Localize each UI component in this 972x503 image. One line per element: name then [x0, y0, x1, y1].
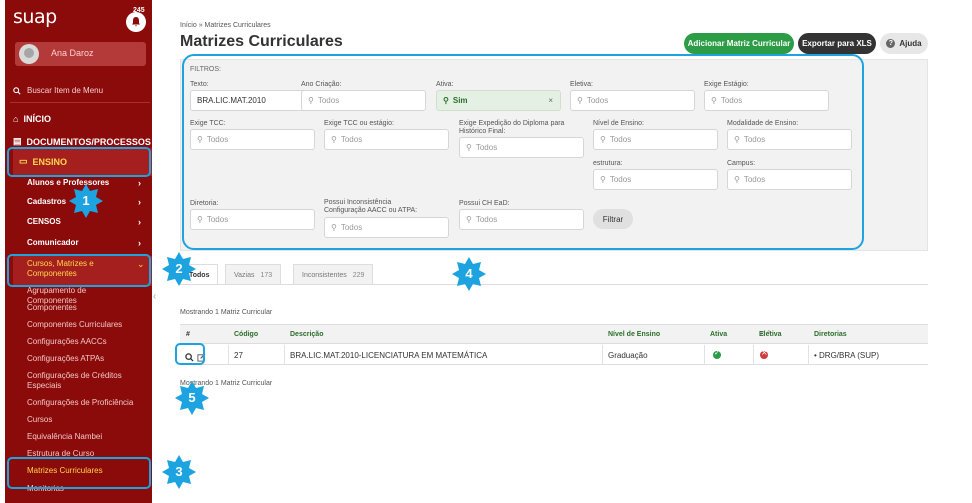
callout-badge: 4	[452, 257, 486, 291]
callout-label: 4	[465, 266, 473, 281]
tab-vazias-label: Vazias	[234, 271, 255, 279]
table-row: 27 BRA.LIC.MAT.2010-LICENCIATURA EM MATE…	[180, 345, 928, 365]
col-separator	[602, 345, 603, 365]
col-separator	[808, 345, 809, 365]
nav-censos[interactable]: CENSOS	[27, 217, 61, 226]
th-descricao[interactable]: Descrição	[290, 331, 323, 338]
nav-config-aacc[interactable]: Configurações AACCs	[27, 337, 137, 347]
col-separator	[704, 345, 705, 365]
nav-cursos-leaf[interactable]: Cursos	[27, 415, 137, 425]
user-profile[interactable]: Ana Daroz	[15, 42, 146, 66]
breadcrumb-home[interactable]: Início	[180, 22, 197, 29]
menu-search[interactable]: Buscar Item de Menu	[13, 86, 103, 95]
tab-inconsistentes-count: 229	[352, 271, 365, 279]
callout-badge: 1	[69, 184, 103, 218]
highlight-filters	[182, 54, 864, 250]
tab-vazias[interactable]: Vazias 173	[225, 264, 282, 285]
cell-nivel: Graduação	[608, 351, 648, 360]
callout-label: 3	[175, 464, 183, 479]
nav-inicio-label: INÍCIO	[23, 114, 51, 124]
divider	[10, 102, 150, 103]
avatar	[19, 44, 39, 64]
th-index: #	[186, 331, 190, 338]
help-button[interactable]: ? Ajuda	[880, 33, 928, 54]
nav-config-atpa[interactable]: Configurações ATPAs	[27, 354, 137, 364]
th-codigo[interactable]: Código	[234, 331, 258, 338]
chevron-right-icon: ›	[138, 238, 141, 248]
callout-badge: 3	[162, 455, 196, 489]
th-ativa[interactable]: Ativa	[710, 331, 727, 338]
chevron-right-icon: ›	[138, 217, 141, 227]
th-diretorias[interactable]: Diretorias	[814, 331, 847, 338]
check-icon	[713, 349, 721, 359]
nav-config-creditos[interactable]: Configurações de Créditos Especiais	[27, 371, 137, 391]
col-separator	[228, 345, 229, 365]
document-icon: ▤	[13, 136, 22, 146]
nav-cadastros[interactable]: Cadastros	[27, 197, 66, 206]
highlight-cursos	[7, 254, 151, 287]
callout-label: 2	[175, 261, 183, 276]
breadcrumb: Início » Matrizes Curriculares	[180, 22, 271, 29]
bell-icon[interactable]	[126, 12, 146, 32]
nav-comunicador[interactable]: Comunicador	[27, 238, 79, 247]
tab-inconsistentes[interactable]: Inconsistentes 229	[293, 264, 374, 285]
breadcrumb-separator: »	[198, 22, 203, 29]
collapse-sidebar-icon[interactable]: ‹	[153, 291, 156, 302]
question-icon: ?	[886, 39, 896, 48]
th-nivel[interactable]: Nível de Ensino	[608, 331, 660, 338]
nav-equivalencia[interactable]: Equivalência Nambei	[27, 432, 137, 442]
callout-label: 5	[188, 390, 196, 405]
cell-diretoria: • DRG/BRA (SUP)	[814, 351, 880, 360]
callout-badge: 5	[175, 381, 209, 415]
highlight-matrizes	[7, 457, 151, 489]
showing-top: Mostrando 1 Matriz Curricular	[180, 309, 273, 316]
tabs-divider	[180, 284, 928, 285]
tab-vazias-count: 173	[260, 271, 273, 279]
nav-componentes[interactable]: Componentes	[27, 303, 137, 313]
app-root: suap 245 Ana Daroz Buscar Item de Menu ⌂…	[0, 0, 972, 503]
callout-label: 1	[82, 193, 90, 208]
col-separator	[753, 345, 754, 365]
suap-logo[interactable]: suap	[13, 6, 57, 28]
cell-codigo: 27	[234, 351, 243, 360]
callout-badge: 2	[162, 252, 196, 286]
highlight-view	[175, 343, 205, 365]
chevron-right-icon: ›	[138, 178, 141, 188]
home-icon: ⌂	[13, 114, 19, 124]
table-header: # Código Descrição × ^ Nível de Ensino A…	[180, 324, 928, 344]
page-title: Matrizes Curriculares	[180, 33, 343, 50]
nav-documentos[interactable]: ▤ DOCUMENTOS/PROCESSOS	[13, 136, 151, 147]
nav-documentos-label: DOCUMENTOS/PROCESSOS	[26, 136, 151, 147]
menu-search-label: Buscar Item de Menu	[27, 86, 104, 95]
add-matriz-button[interactable]: Adicionar Matriz Curricular	[684, 33, 794, 54]
notification-count: 245	[133, 7, 145, 14]
x-circle-icon	[760, 348, 768, 359]
search-icon	[13, 86, 21, 95]
nav-inicio[interactable]: ⌂ INÍCIO	[13, 114, 51, 124]
th-eletiva[interactable]: Eletiva	[759, 331, 782, 338]
tab-inconsistentes-label: Inconsistentes	[302, 271, 347, 279]
user-name: Ana Daroz	[51, 48, 94, 58]
nav-componentes-curriculares[interactable]: Componentes Curriculares	[27, 320, 137, 330]
help-label: Ajuda	[899, 39, 922, 48]
cell-diretoria-value: DRG/BRA (SUP)	[819, 351, 880, 360]
sidebar: suap 245 Ana Daroz Buscar Item de Menu ⌂…	[5, 0, 152, 503]
highlight-ensino	[7, 147, 151, 177]
export-xls-button[interactable]: Exportar para XLS	[798, 33, 876, 54]
breadcrumb-current: Matrizes Curriculares	[204, 22, 271, 29]
chevron-right-icon: ›	[138, 197, 141, 207]
cell-descricao: BRA.LIC.MAT.2010-LICENCIATURA EM MATEMÁT…	[290, 351, 488, 360]
col-separator	[284, 345, 285, 365]
nav-config-proficiencia[interactable]: Configurações de Proficiência	[27, 398, 137, 408]
